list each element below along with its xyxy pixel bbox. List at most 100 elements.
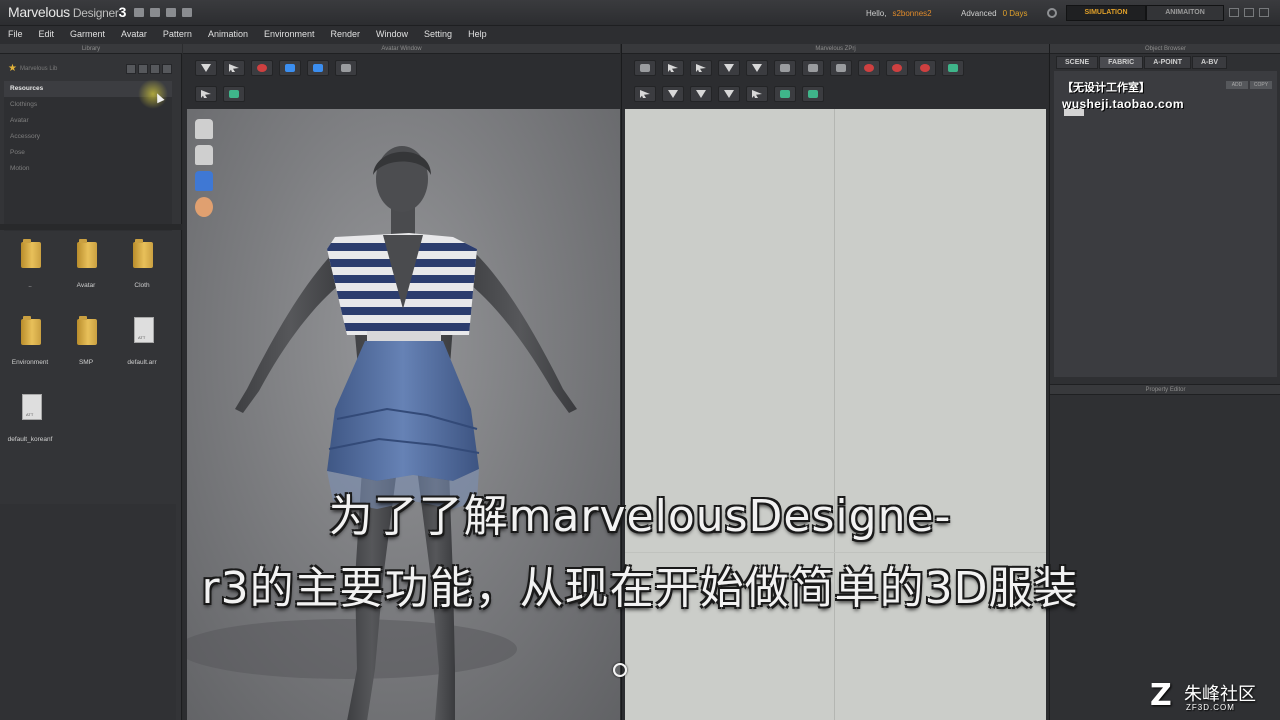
close-icon[interactable] bbox=[1259, 8, 1269, 17]
menu-edit[interactable]: Edit bbox=[39, 26, 55, 44]
menu-garment[interactable]: Garment bbox=[70, 26, 105, 44]
file-tile-cloth[interactable]: Cloth bbox=[114, 230, 170, 306]
object-browser-header: Object Browser bbox=[1050, 44, 1280, 54]
subtitle-line-1: 为了了解marvelousDesigne- bbox=[328, 491, 952, 542]
file-label: Avatar bbox=[76, 282, 96, 289]
menu-animation[interactable]: Animation bbox=[208, 26, 248, 44]
library-header: Library bbox=[0, 44, 182, 54]
menu-setting[interactable]: Setting bbox=[424, 26, 452, 44]
logo-mark: Z bbox=[1150, 678, 1172, 713]
menu-pattern[interactable]: Pattern bbox=[163, 26, 192, 44]
add-folder-icon[interactable] bbox=[138, 64, 148, 74]
library-path: Marvelous Lib bbox=[20, 66, 58, 72]
tree-item-motion[interactable]: Motion bbox=[4, 161, 172, 177]
arrangement-point-button[interactable] bbox=[223, 86, 245, 102]
polygon-button[interactable] bbox=[774, 60, 796, 76]
tack-button[interactable] bbox=[718, 86, 740, 102]
menu-file[interactable]: File bbox=[8, 26, 23, 44]
file-label: default.arr bbox=[127, 359, 157, 366]
select-arrangement-2d-button[interactable] bbox=[746, 86, 768, 102]
watermark-studio: 【无设计工作室】 bbox=[1062, 82, 1150, 94]
edit-sewing-button[interactable] bbox=[690, 86, 712, 102]
click-indicator-icon bbox=[613, 663, 627, 677]
license-days: 0 Days bbox=[1002, 9, 1028, 18]
file-tile-smp[interactable]: SMP bbox=[58, 307, 114, 383]
select-mesh-button[interactable] bbox=[223, 60, 245, 76]
undo-icon[interactable] bbox=[166, 8, 176, 17]
view-toggle-icon[interactable] bbox=[162, 64, 172, 74]
menu-environment[interactable]: Environment bbox=[264, 26, 315, 44]
edit-curvature-button[interactable] bbox=[690, 60, 712, 76]
edit-pattern-button[interactable] bbox=[662, 60, 684, 76]
avatar-3d-viewport[interactable] bbox=[187, 109, 620, 720]
circle-button[interactable] bbox=[830, 60, 852, 76]
pattern-2d-viewport[interactable] bbox=[625, 109, 1046, 720]
maximize-icon[interactable] bbox=[1244, 8, 1254, 17]
library-tools bbox=[126, 64, 172, 74]
menu-window[interactable]: Window bbox=[376, 26, 408, 44]
refresh-icon[interactable] bbox=[126, 64, 136, 74]
menu-help[interactable]: Help bbox=[468, 26, 487, 44]
file-tile-default-koreanf[interactable]: default_koreanf bbox=[2, 384, 58, 460]
center-axis-line bbox=[834, 109, 835, 720]
watermark-url: wusheji.taobao.com bbox=[1062, 97, 1184, 111]
file-tile-default-arr[interactable]: default.arr bbox=[114, 307, 170, 383]
avatar-window-header: Avatar Window bbox=[183, 44, 620, 54]
menu-render[interactable]: Render bbox=[331, 26, 361, 44]
object-browser-panel: Object Browser SCENE FABRIC A-POINT A-BV… bbox=[1049, 44, 1280, 720]
tree-item-accessory[interactable]: Accessory bbox=[4, 129, 172, 145]
move-dropdown-button[interactable] bbox=[195, 60, 217, 76]
internal-rectangle-button[interactable] bbox=[886, 60, 908, 76]
rectangle-button[interactable] bbox=[802, 60, 824, 76]
tab-scene[interactable]: SCENE bbox=[1056, 56, 1099, 69]
floor-shadow bbox=[187, 619, 517, 679]
file-label: default_koreanf bbox=[7, 436, 53, 443]
app-title-main: Marvelous bbox=[8, 4, 70, 20]
right-arm bbox=[463, 249, 577, 413]
pin-tool-button[interactable] bbox=[335, 60, 357, 76]
pattern-window-header: Marvelous ZPrj bbox=[622, 44, 1049, 54]
minimize-icon[interactable] bbox=[1229, 8, 1239, 17]
tab-a-point[interactable]: A-POINT bbox=[1144, 56, 1191, 69]
tab-fabric[interactable]: FABRIC bbox=[1099, 56, 1144, 69]
texture-edit-button[interactable] bbox=[774, 86, 796, 102]
transform-pattern-button[interactable] bbox=[634, 60, 656, 76]
window-controls bbox=[1229, 8, 1269, 17]
folder-icon bbox=[133, 239, 153, 268]
tree-item-pose[interactable]: Pose bbox=[4, 145, 172, 161]
free-sewing-button[interactable] bbox=[662, 86, 684, 102]
library-file-grid: .. Avatar Cloth Environment SMP default.… bbox=[0, 230, 176, 510]
file-tile-parent[interactable]: .. bbox=[2, 230, 58, 306]
chart-icon[interactable] bbox=[134, 8, 144, 17]
dart-button[interactable] bbox=[942, 60, 964, 76]
segment-sewing-button[interactable] bbox=[634, 86, 656, 102]
curve-point-button[interactable] bbox=[746, 60, 768, 76]
gear-icon[interactable] bbox=[1047, 8, 1057, 18]
open-folder-icon[interactable] bbox=[150, 8, 160, 17]
select-pin-button[interactable] bbox=[251, 60, 273, 76]
folder-icon bbox=[77, 316, 97, 345]
avatar-front-button[interactable] bbox=[279, 60, 301, 76]
tree-item-avatar[interactable]: Avatar bbox=[4, 113, 172, 129]
file-tile-environment[interactable]: Environment bbox=[2, 307, 58, 383]
animation-mode-button[interactable]: ANIMAITON bbox=[1146, 5, 1224, 21]
internal-polygon-button[interactable] bbox=[858, 60, 880, 76]
texture-transform-button[interactable] bbox=[802, 86, 824, 102]
menu-avatar[interactable]: Avatar bbox=[121, 26, 147, 44]
app-title-version: 3 bbox=[118, 4, 127, 20]
add-fabric-button[interactable]: ADD bbox=[1226, 81, 1248, 89]
add-point-button[interactable] bbox=[718, 60, 740, 76]
tab-a-bv[interactable]: A-BV bbox=[1191, 56, 1228, 69]
edit-icon[interactable] bbox=[150, 64, 160, 74]
redo-icon[interactable] bbox=[182, 8, 192, 17]
file-tile-avatar[interactable]: Avatar bbox=[58, 230, 114, 306]
internal-circle-button[interactable] bbox=[914, 60, 936, 76]
select-arrangement-button[interactable] bbox=[195, 86, 217, 102]
app-title: Marvelous Designer3 bbox=[8, 4, 126, 20]
star-icon[interactable]: ★ bbox=[8, 64, 17, 74]
fabric-list[interactable]: ADD COPY 【无设计工作室】 wusheji.taobao.com bbox=[1054, 71, 1277, 377]
simulation-mode-button[interactable]: SIMULATION bbox=[1066, 5, 1146, 21]
avatar-back-button[interactable] bbox=[307, 60, 329, 76]
copy-fabric-button[interactable]: COPY bbox=[1250, 81, 1272, 89]
username[interactable]: s2bonnes2 bbox=[892, 9, 931, 18]
